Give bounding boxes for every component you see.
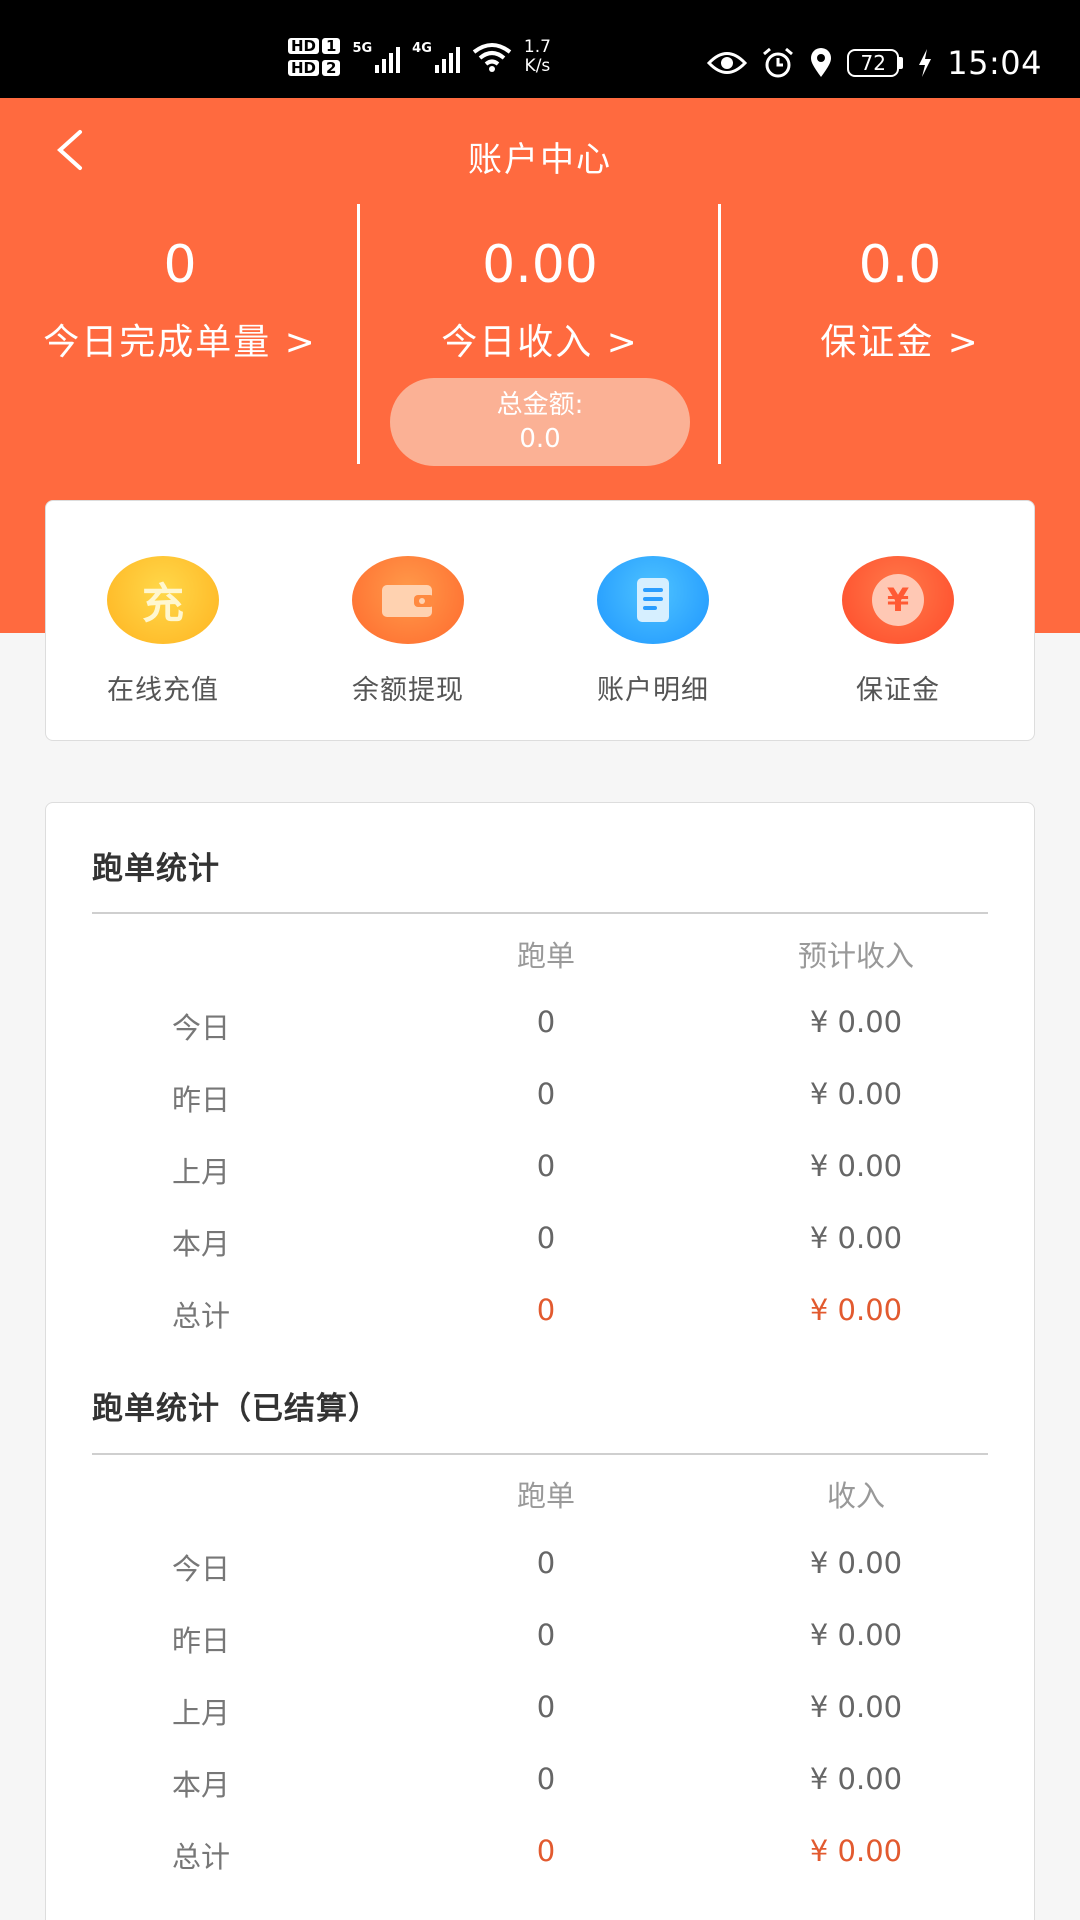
status-left: HD 1 HD 2 5G 4G 1.7 K/s (288, 38, 551, 76)
col-income-header: 预计收入 (797, 939, 914, 973)
quick-action-label: 余额提现 (352, 675, 464, 706)
battery-indicator: 72 (847, 49, 904, 77)
col-orders-header: 跑单 (516, 1479, 575, 1513)
wifi-icon (472, 43, 512, 72)
col-income-header: 收入 (826, 1479, 885, 1513)
stats-card: 跑单统计 跑单 预计收入 今日 0 ¥ 0.00 昨日 0 ¥ 0.00 上月 … (45, 802, 1035, 1920)
signal-4g-icon: 4G (412, 41, 460, 73)
stat-value: 0.0 (858, 235, 942, 295)
location-icon (811, 48, 832, 77)
recharge-icon: 充 (107, 556, 219, 644)
deposit-button[interactable]: ¥ 保证金 (788, 556, 1008, 707)
stat-today-orders[interactable]: 0 今日完成单量 > (0, 233, 360, 365)
stat-label: 今日收入 > (441, 322, 639, 363)
yen-coin-icon: ¥ (842, 556, 954, 644)
quick-action-label: 在线充值 (107, 675, 219, 706)
account-details-button[interactable]: 账户明细 (543, 556, 763, 707)
eye-icon (707, 52, 748, 74)
stat-value: 0 (163, 235, 197, 295)
quick-action-label: 账户明细 (597, 675, 709, 706)
total-label: 总金额: (496, 390, 584, 420)
online-recharge-button[interactable]: 充 在线充值 (53, 556, 273, 707)
wallet-icon (352, 556, 464, 644)
stat-deposit[interactable]: 0.0 保证金 > (720, 233, 1080, 365)
run-stats-title: 跑单统计 (92, 851, 220, 887)
status-right: 72 15:04 (707, 44, 1042, 82)
clock: 15:04 (947, 44, 1042, 82)
divider (92, 912, 988, 914)
document-icon (597, 556, 709, 644)
hd1-badge: HD 1 (288, 38, 341, 54)
stat-label: 保证金 > (820, 322, 980, 363)
stat-today-income[interactable]: 0.00 今日收入 > (360, 233, 720, 365)
quick-actions-card: 充 在线充值 余额提现 账户明细 ¥ 保证金 (45, 500, 1035, 741)
page-title: 账户中心 (468, 140, 612, 180)
stat-label: 今日完成单量 > (43, 322, 317, 363)
total-value: 0.0 (519, 424, 561, 454)
network-speed: 1.7 K/s (523, 37, 551, 76)
quick-action-label: 保证金 (856, 675, 940, 706)
col-orders-header: 跑单 (516, 939, 575, 973)
withdraw-button[interactable]: 余额提现 (298, 556, 518, 707)
charging-icon (919, 49, 932, 77)
settled-stats-title: 跑单统计（已结算） (92, 1391, 380, 1427)
hd-indicators: HD 1 HD 2 (288, 38, 341, 76)
divider (92, 1453, 988, 1455)
stat-value: 0.00 (482, 235, 598, 295)
alarm-icon (763, 47, 794, 78)
signal-5g-icon: 5G (352, 41, 401, 73)
total-amount-pill: 总金额: 0.0 (390, 378, 690, 466)
hd2-badge: HD 2 (288, 60, 341, 76)
status-bar: HD 1 HD 2 5G 4G 1.7 K/s 72 15:04 (0, 0, 1080, 98)
